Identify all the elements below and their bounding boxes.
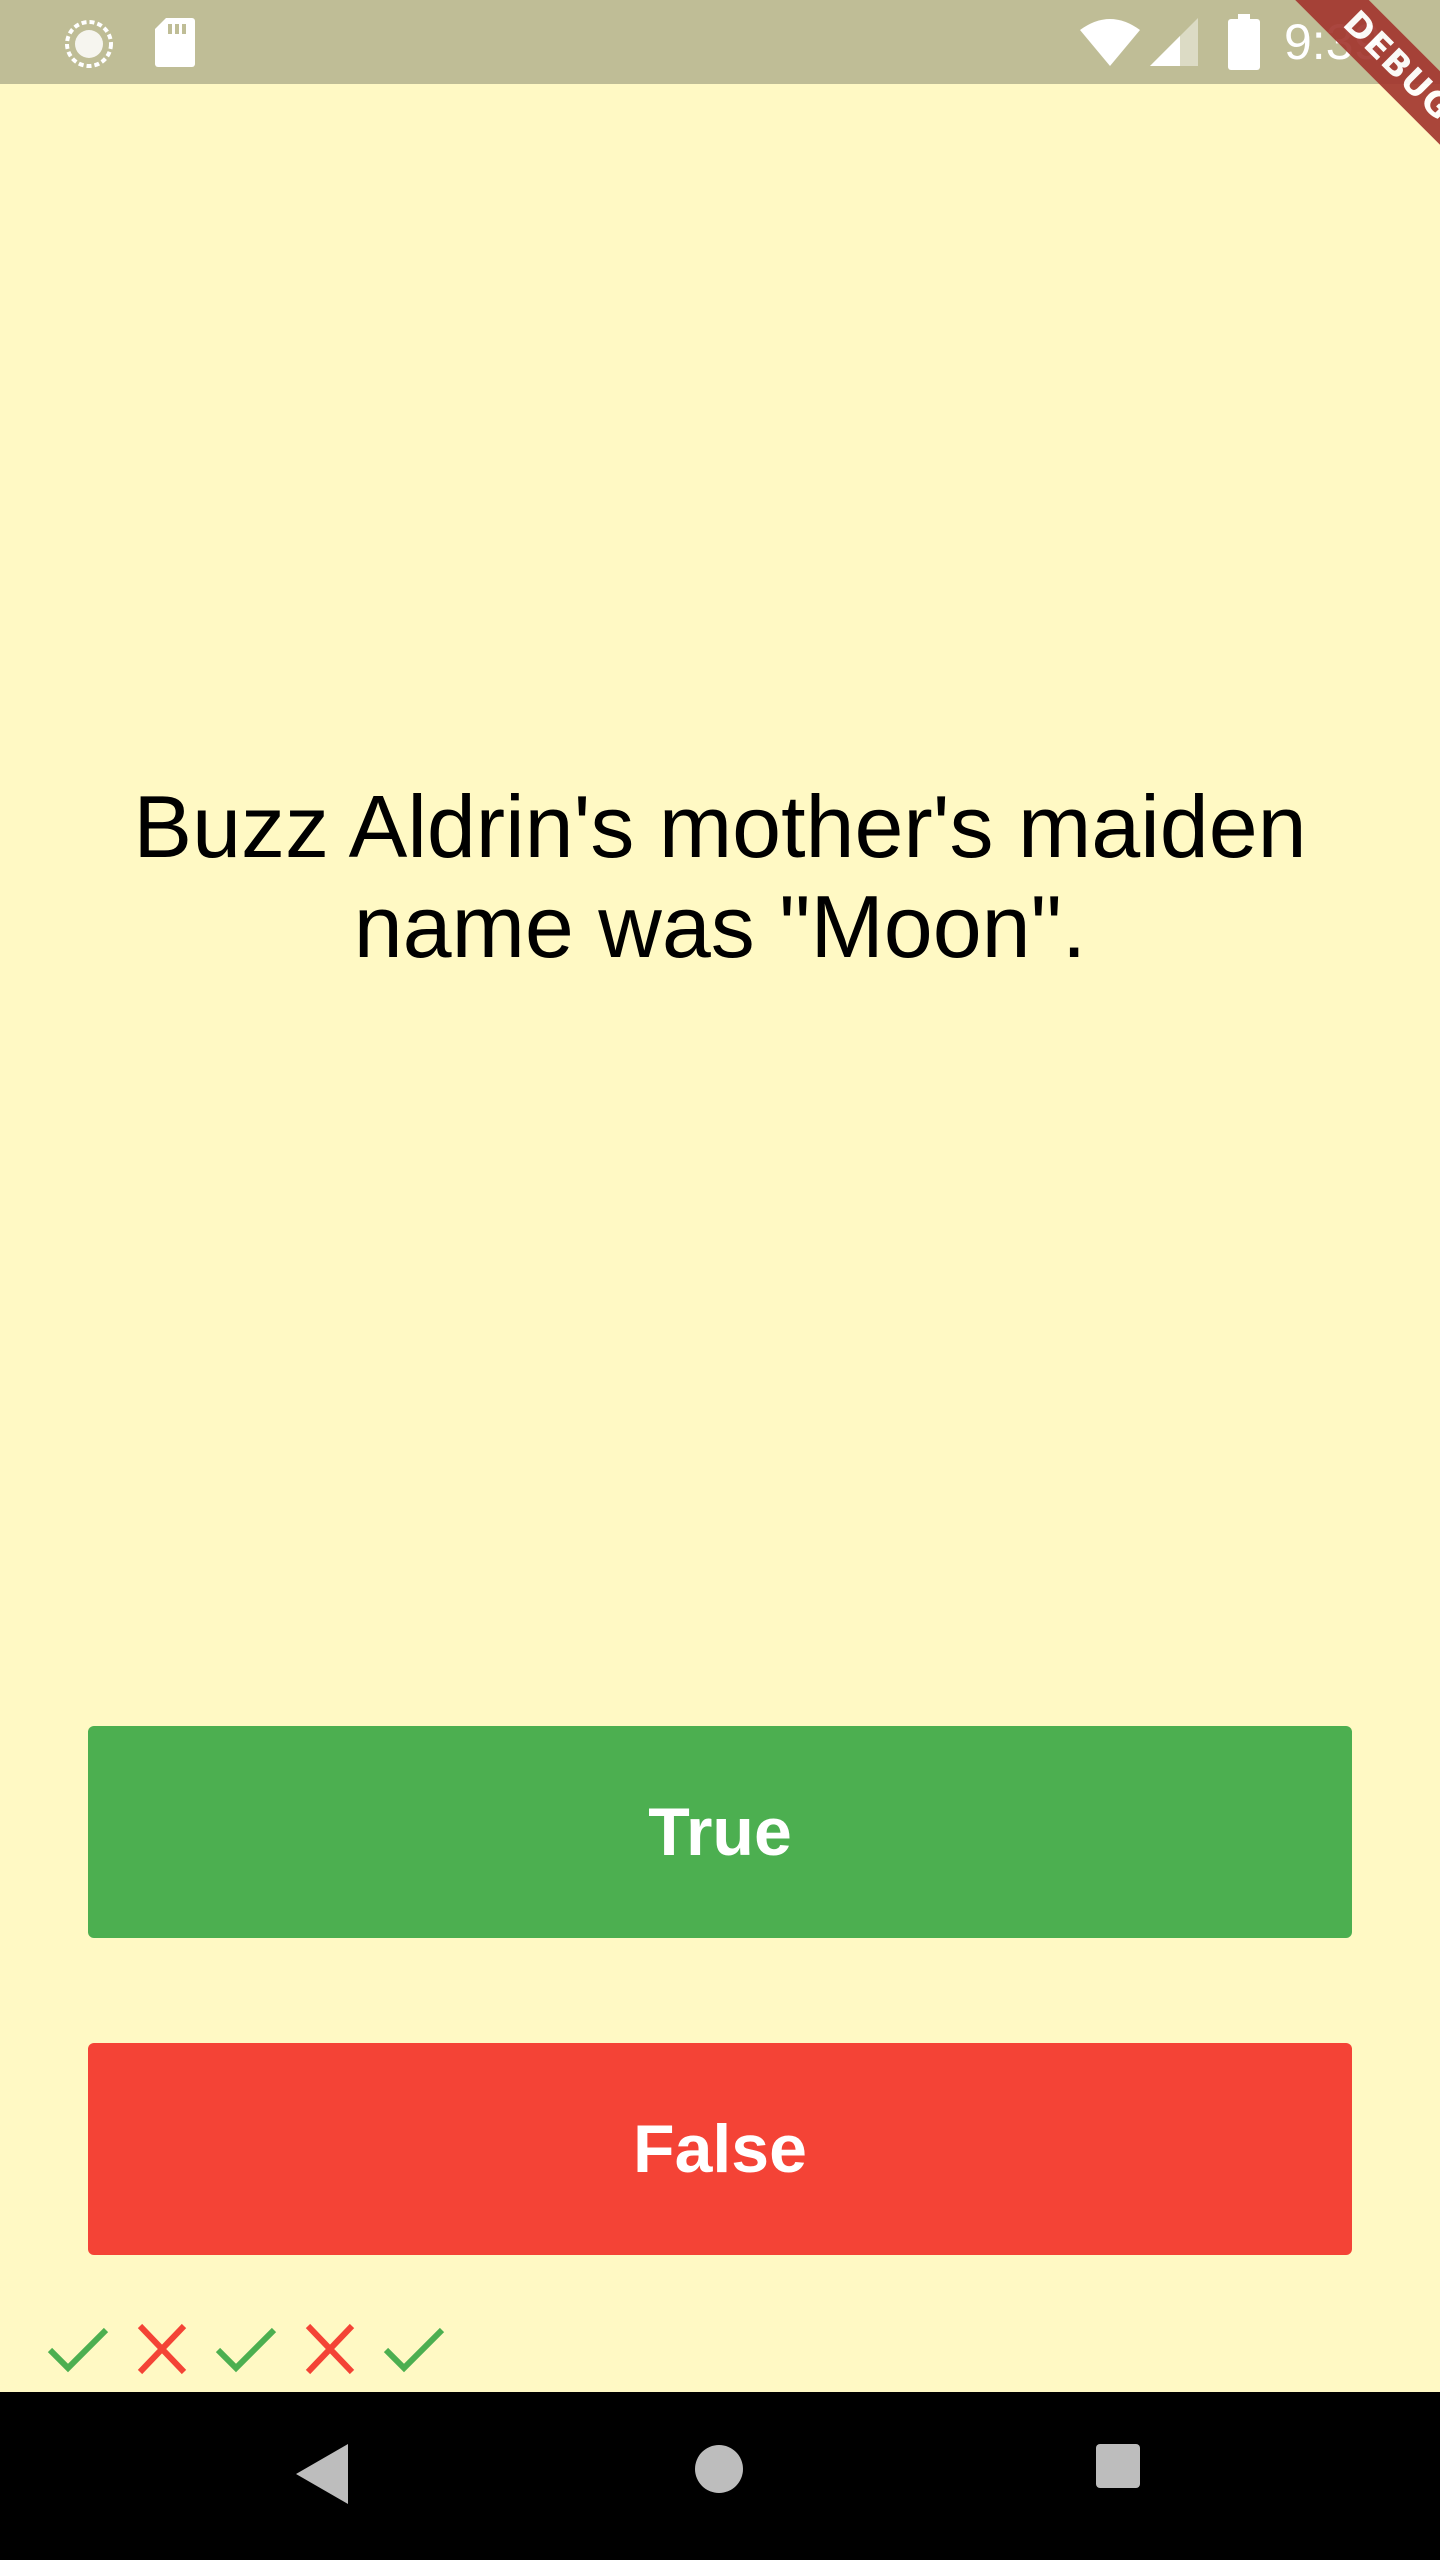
- score-keeper: [44, 2318, 448, 2380]
- sd-card-icon: [155, 18, 195, 67]
- navigation-bar: [0, 2392, 1440, 2560]
- false-button[interactable]: False: [88, 2043, 1352, 2255]
- recents-icon[interactable]: [1096, 2444, 1140, 2488]
- back-icon[interactable]: [294, 2442, 350, 2506]
- cell-signal-icon: [1150, 18, 1198, 66]
- check-icon: [47, 2327, 109, 2373]
- check-icon: [215, 2327, 277, 2373]
- check-icon: [383, 2327, 445, 2373]
- home-icon[interactable]: [694, 2444, 744, 2494]
- close-icon: [305, 2323, 355, 2375]
- true-button-label: True: [648, 1794, 792, 1870]
- battery-icon: [1228, 14, 1260, 70]
- true-button[interactable]: True: [88, 1726, 1352, 1938]
- question-area: Buzz Aldrin's mother's maiden name was "…: [0, 84, 1440, 1670]
- wifi-icon: [1080, 19, 1140, 66]
- question-text: Buzz Aldrin's mother's maiden name was "…: [133, 777, 1307, 976]
- sync-icon: [65, 20, 113, 68]
- close-icon: [137, 2323, 187, 2375]
- false-button-label: False: [633, 2111, 807, 2187]
- status-bar: 9:39: [0, 0, 1440, 84]
- quiz-screen: 9:39 DEBUG Buzz Aldrin's mother's maiden…: [0, 0, 1440, 2560]
